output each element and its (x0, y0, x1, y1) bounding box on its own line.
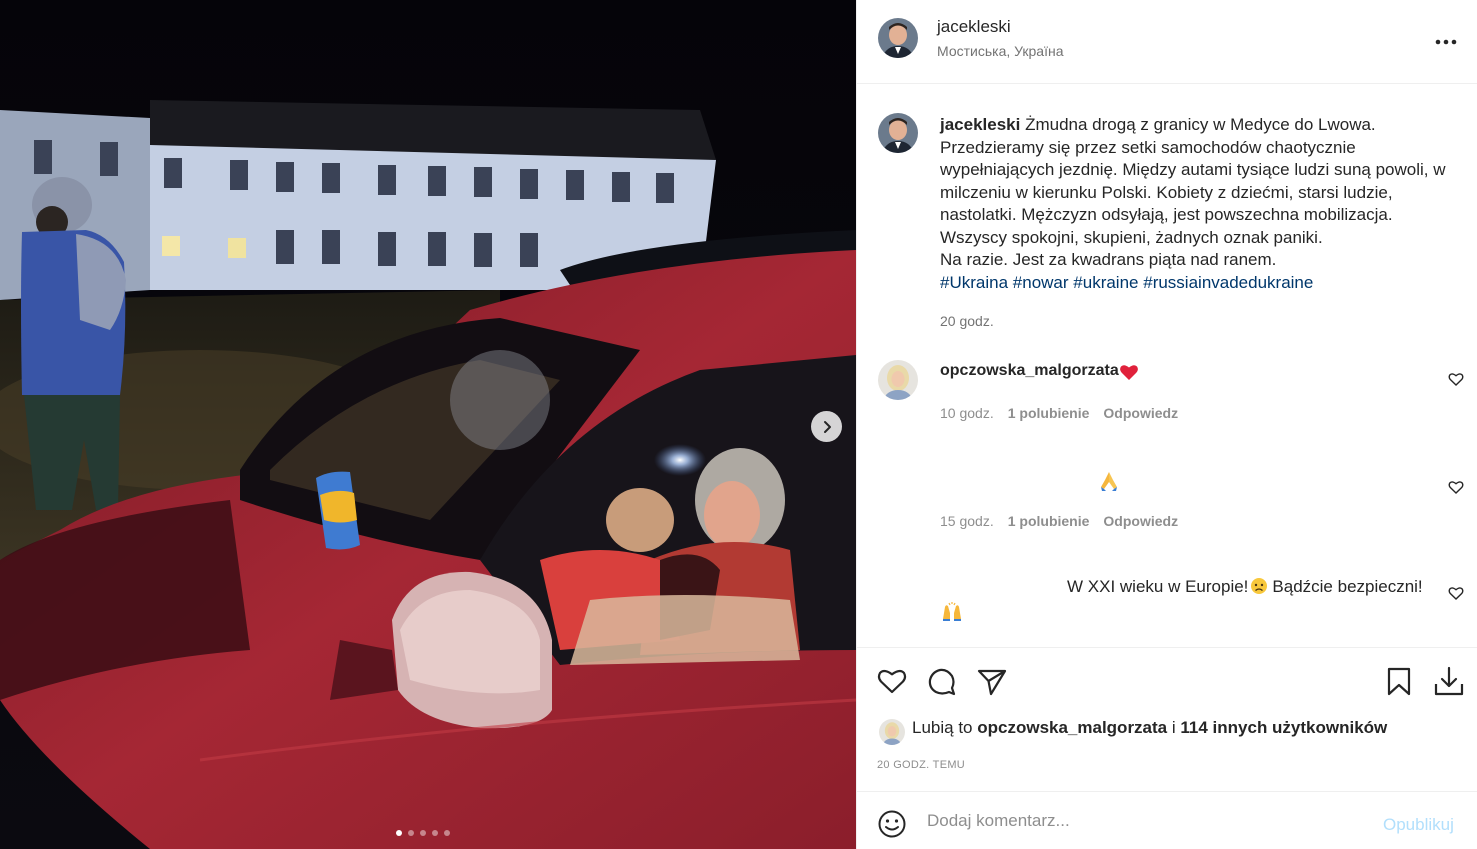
chevron-right-icon (823, 420, 831, 433)
caption-author-avatar[interactable] (878, 113, 918, 153)
carousel-indicator (396, 830, 450, 836)
post-location-link[interactable]: Мостиська, Україна (937, 43, 1064, 59)
next-slide-button[interactable] (811, 411, 842, 442)
hashtag-link[interactable]: #Ukraina (940, 273, 1008, 292)
like-comment-heart-icon[interactable] (1448, 479, 1464, 495)
like-comment-heart-icon[interactable] (1448, 585, 1464, 601)
carousel-dot (444, 830, 450, 836)
instagram-post-view: jacekleski Мостиська, Україна jacekleski… (0, 0, 1477, 849)
hashtag-link[interactable]: #nowar (1013, 273, 1069, 292)
caption-line: Wszyscy spokojni, skupieni, żadnych ozna… (940, 227, 1323, 247)
post-media[interactable] (0, 0, 856, 849)
comment-icon[interactable] (927, 667, 957, 697)
carousel-dot (396, 830, 402, 836)
caption-line: Przedzieramy się przez setki samochodów … (940, 137, 1356, 157)
post-date[interactable]: 20 GODZ. TEMU (877, 759, 965, 771)
hashtag-link[interactable]: #ukraine (1073, 273, 1138, 292)
bookmark-icon[interactable] (1386, 667, 1412, 697)
send-icon[interactable] (977, 668, 1007, 696)
likes-summary: Lubią to opczowska_malgorzata i 114 inny… (912, 718, 1387, 738)
caption-line: wypełniających jezdnię. Między autami ty… (940, 160, 1446, 179)
caption-line: nastolatki. Mężczyzn odsyłają, jest pows… (940, 205, 1393, 224)
more-options-button[interactable] (1435, 28, 1457, 51)
liker-username-link[interactable]: opczowska_malgorzata (977, 718, 1167, 737)
post-caption: jacekleski Żmudna drogą z granicy w Medy… (940, 114, 1468, 294)
worried-face-emoji-icon (1251, 578, 1268, 594)
post-actions: Lubią to opczowska_malgorzata i 114 inny… (857, 647, 1477, 791)
carousel-dot (432, 830, 438, 836)
more-horizontal-icon (1435, 39, 1457, 45)
post-photo (0, 0, 856, 849)
comment-timestamp[interactable]: 15 godz. (940, 513, 994, 529)
add-comment-bar: Opublikuj (857, 791, 1477, 849)
folded-hands-emoji-icon (1101, 472, 1117, 491)
comment-likes-link[interactable]: 1 polubienie (1008, 405, 1090, 421)
comment-input[interactable] (927, 806, 1367, 836)
smiley-icon[interactable] (877, 809, 907, 839)
comment-timestamp[interactable]: 10 godz. (940, 405, 994, 421)
comment-meta: 15 godz. 1 polubienie Odpowiedz (940, 513, 1178, 529)
publish-button[interactable]: Opublikuj (1383, 815, 1454, 835)
comment-username-link[interactable]: opczowska_malgorzata (940, 362, 1119, 380)
caption-line: milczeniu w kierunku Polski. Kobiety z d… (940, 182, 1393, 202)
liker-avatar[interactable] (879, 719, 905, 745)
comment-meta: 10 godz. 1 polubienie Odpowiedz (940, 405, 1178, 421)
caption-line: Na razie. Jest za kwadrans piąta nad ran… (940, 250, 1277, 269)
likes-prefix: Lubią to (912, 718, 973, 737)
comment-text-part: Bądźcie bezpieczni! (1272, 577, 1423, 596)
download-icon[interactable] (1433, 665, 1465, 697)
heart-icon[interactable] (877, 667, 907, 695)
caption-line: Żmudna drogą z granicy w Medyce do Lwowa… (1025, 115, 1376, 134)
caption-timestamp[interactable]: 20 godz. (940, 313, 994, 329)
reply-button[interactable]: Odpowiedz (1103, 513, 1178, 529)
comment-text-part: W XXI wieku w Europie! (1067, 577, 1249, 596)
likes-others-link[interactable]: 114 innych użytkowników (1180, 718, 1387, 737)
hashtag-link[interactable]: #russiainvadedukraine (1143, 273, 1313, 292)
post-side-panel: jacekleski Мостиська, Україна jacekleski… (856, 0, 1477, 849)
comment-likes-link[interactable]: 1 polubienie (1008, 513, 1090, 529)
like-comment-heart-icon[interactable] (1448, 371, 1464, 387)
caption-hashtags: #Ukraina #nowar #ukraine #russiainvadedu… (940, 272, 1468, 295)
likes-conjunction: i (1171, 718, 1176, 737)
carousel-dot (408, 830, 414, 836)
author-username-link[interactable]: jacekleski (937, 17, 1011, 37)
red-heart-emoji-icon (1120, 365, 1138, 380)
commenter-avatar[interactable] (878, 360, 918, 400)
carousel-dot (420, 830, 426, 836)
reply-button[interactable]: Odpowiedz (1103, 405, 1178, 421)
post-header: jacekleski Мостиська, Україна (857, 0, 1477, 84)
caption-username-link[interactable]: jacekleski (940, 115, 1020, 134)
comment-text: W XXI wieku w Europie! Bądźcie bezpieczni… (1067, 577, 1423, 597)
raised-hands-emoji-icon (943, 602, 961, 621)
author-avatar[interactable] (878, 18, 918, 58)
